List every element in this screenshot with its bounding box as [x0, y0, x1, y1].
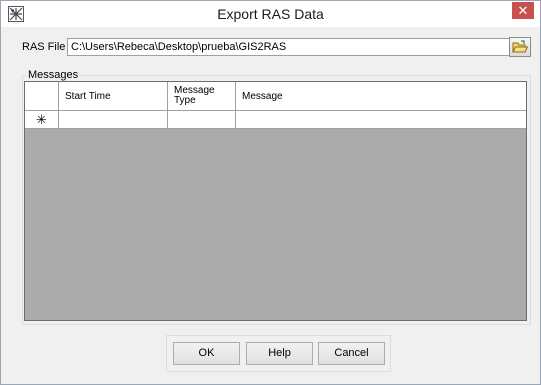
ras-file-label: RAS File [22, 41, 66, 53]
export-ras-dialog: Export RAS Data ✕ RAS File Messages Star… [0, 0, 541, 385]
row-header-corner [25, 82, 59, 110]
column-header-label: Start Time [65, 91, 111, 102]
column-header-message-type[interactable]: Message Type [168, 82, 236, 110]
column-header-message[interactable]: Message [236, 82, 526, 110]
grid-header-row: Start Time Message Type Message [25, 82, 526, 111]
help-button[interactable]: Help [246, 342, 313, 365]
new-row[interactable]: ✳ [25, 111, 526, 129]
title-bar[interactable]: Export RAS Data ✕ [1, 1, 540, 27]
window-title: Export RAS Data [217, 6, 324, 22]
messages-group-label: Messages [27, 69, 80, 81]
column-header-label: Message Type [174, 85, 215, 106]
cell-message[interactable] [236, 111, 526, 129]
column-header-label: Message [242, 91, 283, 102]
cell-start-time[interactable] [59, 111, 168, 129]
new-row-selector[interactable]: ✳ [25, 111, 59, 129]
cancel-button[interactable]: Cancel [318, 342, 385, 365]
ras-file-input[interactable] [67, 38, 511, 56]
messages-grid[interactable]: Start Time Message Type Message ✳ [24, 81, 527, 321]
ok-button[interactable]: OK [173, 342, 240, 365]
close-button[interactable]: ✕ [512, 2, 534, 19]
cell-message-type[interactable] [168, 111, 236, 129]
browse-button[interactable] [509, 37, 531, 57]
column-header-start-time[interactable]: Start Time [59, 82, 168, 110]
new-row-asterisk-icon: ✳ [36, 112, 47, 127]
open-folder-icon [512, 40, 528, 53]
